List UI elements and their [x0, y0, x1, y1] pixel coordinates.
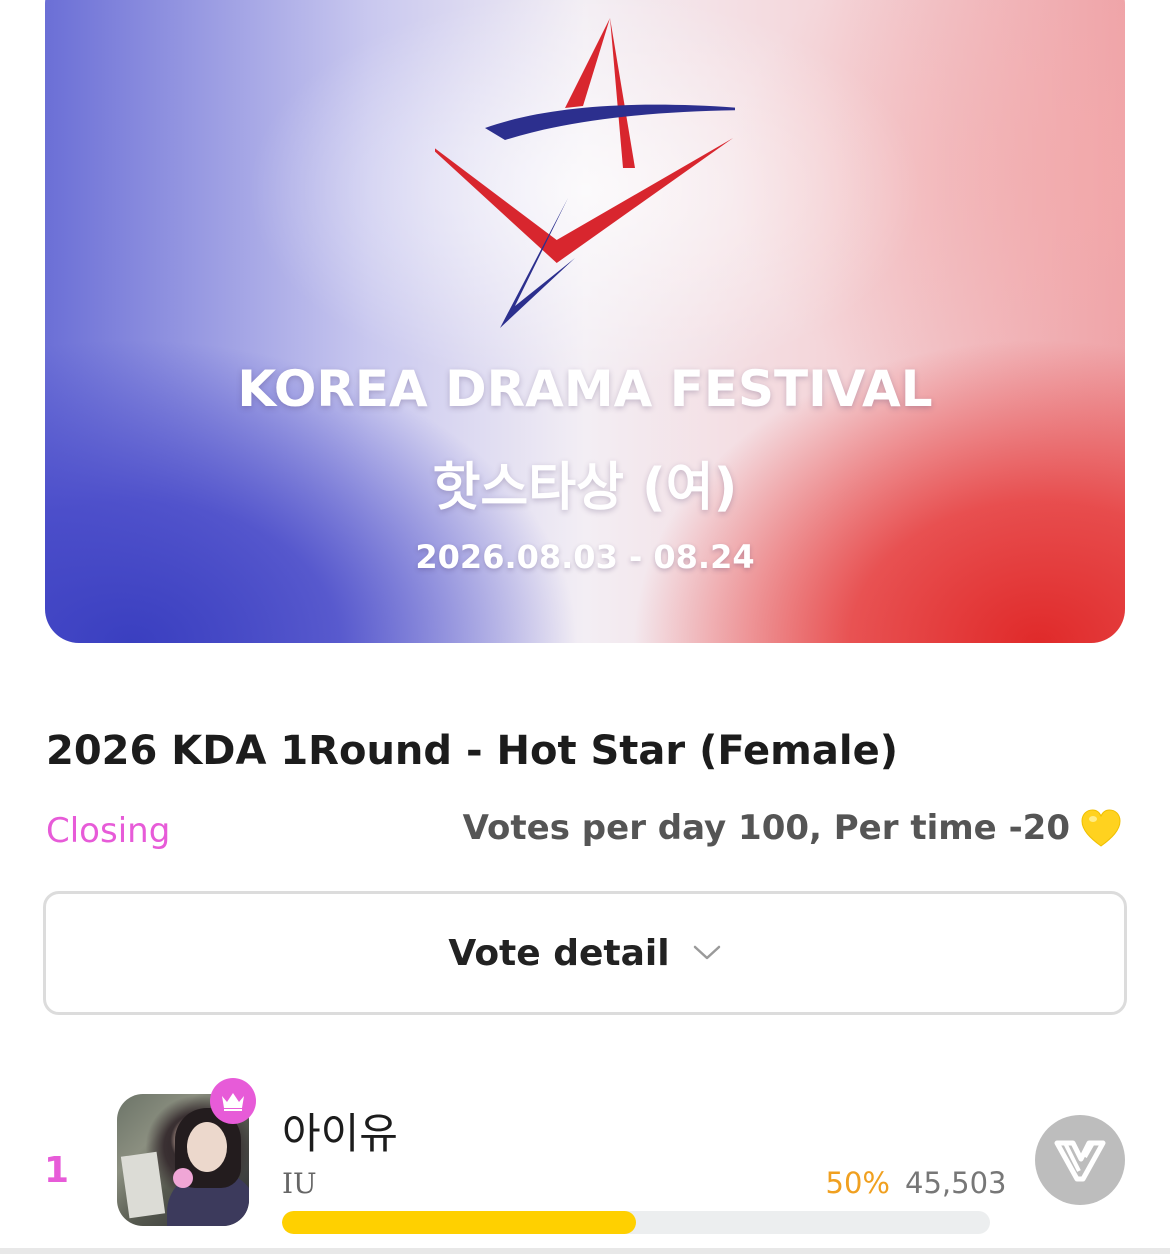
votes-info: Votes per day 100, Per time -20 — [463, 808, 1122, 848]
candidate-percent: 50% — [825, 1166, 890, 1200]
vote-status: Closing — [46, 811, 171, 851]
vote-progress-fill — [282, 1211, 636, 1234]
chevron-down-icon — [693, 945, 720, 960]
vote-detail-button[interactable]: Vote detail — [43, 891, 1127, 1015]
star-logo-icon — [435, 18, 735, 328]
crown-icon — [210, 1078, 256, 1124]
candidate-vote-count: 45,503 — [905, 1166, 1007, 1200]
candidate-row[interactable]: 1 아이유 IU 50% 45,503 — [0, 1070, 1170, 1254]
divider — [0, 1248, 1170, 1254]
vote-detail-label: Vote detail — [448, 932, 670, 974]
vote-progress-bar — [282, 1211, 990, 1234]
event-banner: KOREA DRAMA FESTIVAL 핫스타상 (여) 2026.08.03… — [45, 0, 1125, 643]
vote-logo-icon — [1054, 1140, 1106, 1182]
yellow-heart-icon — [1081, 809, 1121, 847]
candidate-name-korean: 아이유 — [282, 1109, 398, 1158]
candidate-name-english: IU — [282, 1167, 317, 1200]
votes-info-text: Votes per day 100, Per time -20 — [462, 808, 1070, 848]
vote-button[interactable] — [1035, 1115, 1125, 1205]
banner-title: KOREA DRAMA FESTIVAL — [237, 360, 933, 418]
candidate-rank: 1 — [44, 1150, 70, 1191]
vote-title: 2026 KDA 1Round - Hot Star (Female) — [46, 728, 898, 774]
banner-dates: 2026.08.03 - 08.24 — [415, 538, 755, 576]
banner-subtitle: 핫스타상 (여) — [432, 458, 738, 518]
